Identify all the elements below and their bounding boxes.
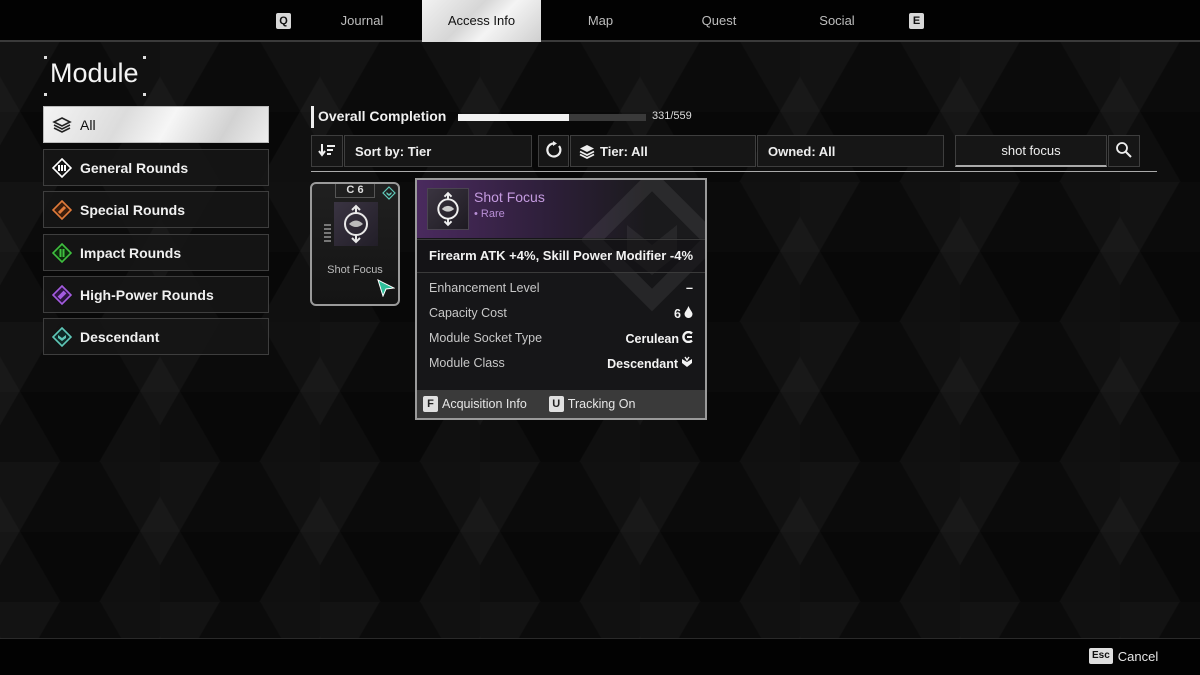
detail-module-icon [427, 188, 469, 230]
tab-access-info[interactable]: Access Info [422, 0, 541, 42]
general-rounds-icon [52, 157, 72, 178]
category-impact-rounds[interactable]: Impact Rounds [43, 234, 269, 271]
stat-value: – [686, 281, 693, 295]
frame-corner-dot [44, 93, 47, 96]
frame-corner-dot [143, 56, 146, 59]
category-label: Impact Rounds [80, 244, 182, 261]
tab-quest[interactable]: Quest [660, 0, 778, 42]
high-power-rounds-icon [52, 284, 72, 305]
detail-rarity: • Rare [474, 208, 505, 220]
tab-map[interactable]: Map [541, 0, 660, 42]
stat-label: Module Socket Type [429, 331, 543, 345]
bottom-bar [0, 638, 1200, 675]
category-label: High-Power Rounds [80, 286, 214, 303]
descendant-class-icon [382, 186, 396, 205]
module-card-capacity: C 6 [335, 184, 375, 198]
category-label: Special Rounds [80, 201, 186, 218]
category-descendant[interactable]: Descendant [43, 318, 269, 355]
detail-footer: F Acquisition Info U Tracking On [417, 390, 705, 418]
category-general-rounds[interactable]: General Rounds [43, 149, 269, 186]
tier-layers-icon [579, 144, 595, 159]
tracking-label: Tracking On [567, 397, 636, 411]
acquisition-info-button[interactable]: F Acquisition Info [423, 396, 527, 412]
prev-tab-key-hint[interactable]: Q [276, 13, 291, 29]
tab-journal[interactable]: Journal [302, 0, 422, 42]
special-rounds-icon [52, 199, 72, 220]
category-label: All [80, 116, 96, 133]
reset-filters-button[interactable] [538, 135, 569, 167]
cerulean-socket-icon [682, 330, 693, 346]
completion-progress-fill [458, 114, 570, 121]
cancel-button[interactable]: Esc Cancel [1089, 648, 1158, 664]
stat-module-socket-type: Module Socket Type Cerulean [429, 330, 693, 346]
impact-rounds-icon [52, 242, 72, 263]
sort-order-button[interactable] [311, 135, 343, 167]
tier-filter-dropdown[interactable]: Tier: All [570, 135, 756, 167]
category-high-power-rounds[interactable]: High-Power Rounds [43, 276, 269, 313]
page-title-frame: Module [44, 56, 146, 96]
refresh-icon [545, 140, 563, 162]
stat-value: Cerulean [625, 331, 680, 346]
cursor-arrow-icon [377, 279, 396, 302]
esc-key-hint: Esc [1089, 648, 1113, 664]
stat-value: Descendant [607, 356, 678, 371]
frame-corner-dot [44, 56, 47, 59]
stat-capacity-cost: Capacity Cost 6 [429, 306, 693, 321]
completion-count: 331/559 [652, 110, 692, 122]
completion-label: Overall Completion [318, 108, 447, 124]
completion-marker [311, 106, 314, 128]
key-hint: F [423, 396, 438, 412]
category-label: Descendant [80, 328, 160, 345]
capacity-value: 6 [357, 184, 364, 196]
top-navigation: Q Journal Access Info Map Quest Social E [0, 0, 1200, 42]
stat-module-class: Module Class Descendant [429, 356, 693, 371]
layers-icon [52, 115, 72, 135]
detail-module-name: Shot Focus [474, 189, 545, 205]
tier-filter-label: Tier: All [600, 143, 648, 159]
module-level-bars [324, 224, 331, 244]
acquisition-info-label: Acquisition Info [442, 397, 527, 411]
tracking-toggle-button[interactable]: U Tracking On [548, 396, 636, 412]
descendant-class-icon [681, 356, 693, 371]
stat-enhancement-level: Enhancement Level – [429, 281, 693, 295]
stat-label: Capacity Cost [429, 306, 507, 320]
search-input-value: shot focus [1001, 143, 1061, 158]
key-hint: U [548, 396, 564, 412]
capacity-drop-icon [684, 306, 693, 321]
page-title: Module [50, 58, 139, 88]
stat-value: 6 [674, 306, 681, 321]
detail-effect: Firearm ATK +4%, Skill Power Modifier -4… [417, 239, 705, 273]
owned-filter-label: Owned: All [768, 143, 836, 159]
cerulean-socket-icon: C [346, 184, 355, 196]
sort-by-label: Sort by: Tier [355, 143, 432, 159]
search-input[interactable]: shot focus [955, 135, 1107, 167]
stat-label: Enhancement Level [429, 281, 540, 295]
stat-label: Module Class [429, 356, 505, 370]
descendant-icon [52, 326, 72, 347]
owned-filter-dropdown[interactable]: Owned: All [757, 135, 944, 167]
module-detail-panel: Shot Focus • Rare Firearm ATK +4%, Skill… [415, 178, 707, 420]
frame-corner-dot [143, 93, 146, 96]
category-all[interactable]: All [43, 106, 269, 143]
module-card-name: Shot Focus [327, 264, 383, 276]
sort-by-dropdown[interactable]: Sort by: Tier [344, 135, 532, 167]
completion-progress-bar [458, 114, 646, 121]
tab-social[interactable]: Social [778, 0, 896, 42]
module-card[interactable]: C 6 Shot Focus [310, 182, 400, 306]
next-tab-key-hint[interactable]: E [909, 13, 924, 29]
search-button[interactable] [1108, 135, 1140, 167]
category-special-rounds[interactable]: Special Rounds [43, 191, 269, 228]
filter-divider [311, 171, 1157, 172]
sort-descending-icon [318, 143, 336, 160]
cancel-label: Cancel [1117, 648, 1159, 664]
search-icon [1115, 141, 1133, 162]
category-label: General Rounds [80, 159, 189, 176]
shot-focus-module-icon [334, 202, 378, 246]
